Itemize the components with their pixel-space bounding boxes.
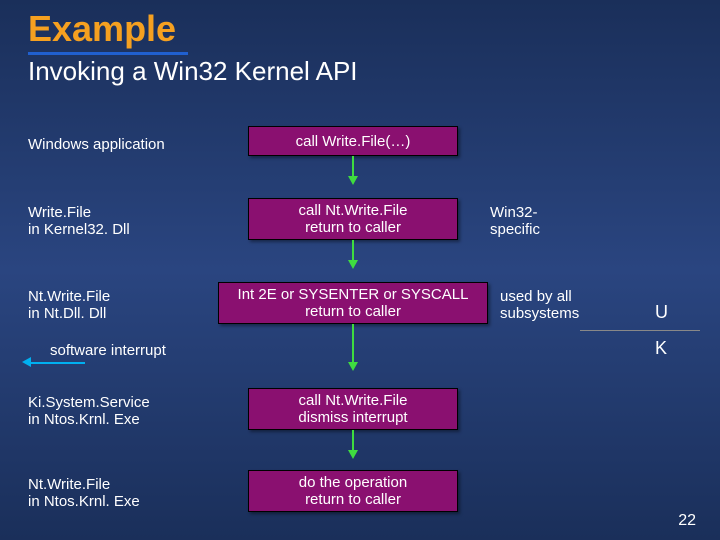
- row0-box-text: call Write.File(…): [296, 133, 411, 150]
- slide-subtitle: Invoking a Win32 Kernel API: [28, 56, 358, 87]
- row1-label-l1: Write.File: [28, 204, 91, 221]
- software-interrupt-label: software interrupt: [50, 342, 166, 359]
- row2-note-l1: used by all: [500, 288, 572, 305]
- row1-box-l2: return to caller: [305, 219, 401, 236]
- row2-box-l1: Int 2E or SYSENTER or SYSCALL: [238, 286, 469, 303]
- arrow3-head: [348, 450, 358, 459]
- row4-label: Nt.Write.File in Ntos.Krnl. Exe: [28, 476, 140, 511]
- arrow0-stem: [352, 156, 354, 176]
- title-underline: [28, 52, 188, 55]
- row1-note-l1: Win32-: [490, 204, 538, 221]
- row1-label: Write.File in Kernel32. Dll: [28, 204, 130, 239]
- row2-box-l2: return to caller: [305, 303, 401, 320]
- arrow1-stem: [352, 240, 354, 260]
- row2-box: Int 2E or SYSENTER or SYSCALL return to …: [218, 282, 488, 324]
- row2-note: used by all subsystems: [500, 288, 579, 323]
- row2-label-l2: in Nt.Dll. Dll: [28, 305, 106, 322]
- row1-note-l2: specific: [490, 221, 540, 238]
- row4-label-l1: Nt.Write.File: [28, 476, 110, 493]
- row2-label: Nt.Write.File in Nt.Dll. Dll: [28, 288, 110, 323]
- row2-note-l2: subsystems: [500, 305, 579, 322]
- row2-label-l1: Nt.Write.File: [28, 288, 110, 305]
- row3-box-l1: call Nt.Write.File: [299, 392, 408, 409]
- software-interrupt-arrow-head: [22, 357, 31, 367]
- software-interrupt-arrow-line: [30, 362, 85, 364]
- page-number: 22: [678, 512, 696, 530]
- arrow2-head: [348, 362, 358, 371]
- row1-box-l1: call Nt.Write.File: [299, 202, 408, 219]
- slide-title: Example: [28, 8, 176, 50]
- uk-divider: [580, 330, 700, 331]
- arrow0-head: [348, 176, 358, 185]
- row0-box: call Write.File(…): [248, 126, 458, 156]
- arrow2-stem: [352, 324, 354, 362]
- row3-label: Ki.System.Service in Ntos.Krnl. Exe: [28, 394, 150, 429]
- row4-box-l1: do the operation: [299, 474, 407, 491]
- row4-label-l2: in Ntos.Krnl. Exe: [28, 493, 140, 510]
- row1-label-l2: in Kernel32. Dll: [28, 221, 130, 238]
- row3-label-l2: in Ntos.Krnl. Exe: [28, 411, 140, 428]
- arrow3-stem: [352, 430, 354, 450]
- row1-box: call Nt.Write.File return to caller: [248, 198, 458, 240]
- row3-box-l2: dismiss interrupt: [298, 409, 407, 426]
- mode-u: U: [655, 302, 668, 323]
- row1-note: Win32- specific: [490, 204, 540, 239]
- row0-label: Windows application: [28, 136, 165, 153]
- row4-box: do the operation return to caller: [248, 470, 458, 512]
- arrow1-head: [348, 260, 358, 269]
- row4-box-l2: return to caller: [305, 491, 401, 508]
- row3-label-l1: Ki.System.Service: [28, 394, 150, 411]
- mode-k: K: [655, 338, 667, 359]
- row3-box: call Nt.Write.File dismiss interrupt: [248, 388, 458, 430]
